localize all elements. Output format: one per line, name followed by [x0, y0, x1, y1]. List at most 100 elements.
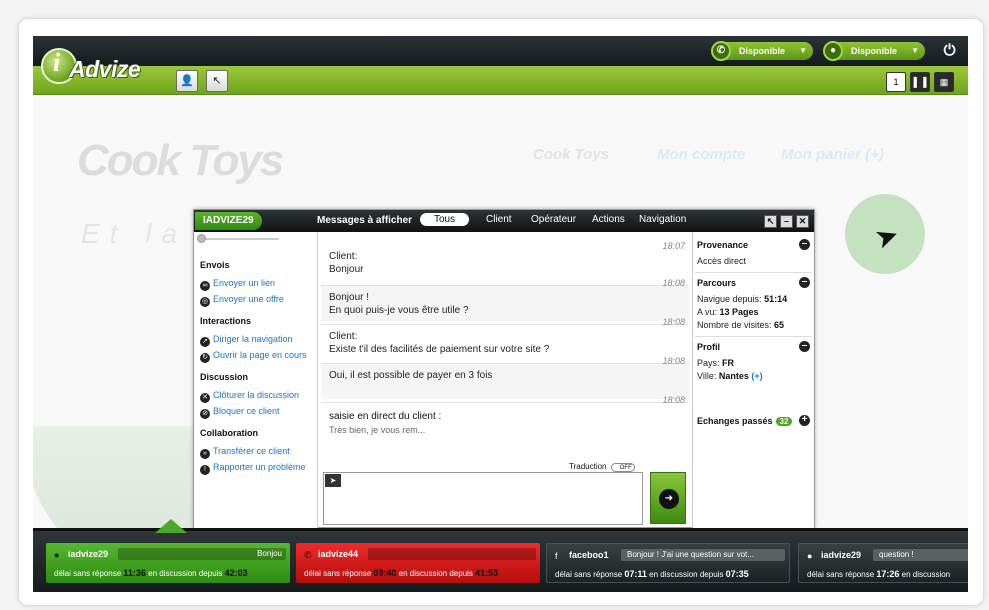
block-client-action[interactable]: ⊘ Bloquer ce client: [200, 406, 280, 419]
user-button[interactable]: 👤: [176, 70, 198, 92]
forward-icon: »: [200, 449, 210, 459]
typing-label: saisie en direct du client :: [329, 411, 442, 422]
conversation-last-message: question !: [873, 549, 968, 561]
conversation-card[interactable]: ● iadvize29 Bonjou délai sans réponse 11…: [46, 543, 290, 583]
collapse-icon[interactable]: –: [799, 277, 810, 288]
collapse-icon[interactable]: –: [799, 341, 810, 352]
message-time: 18:08: [662, 356, 685, 366]
logo-text: Advize: [69, 56, 141, 82]
close-icon[interactable]: ✕: [796, 215, 809, 228]
slider-knob[interactable]: [197, 234, 206, 243]
translation-toggle[interactable]: Traduction OFF: [569, 462, 635, 472]
tab-operator[interactable]: Opérateur: [531, 214, 576, 225]
open-current-page-action[interactable]: ↻ Ouvrir la page en cours: [200, 350, 307, 363]
section-title-envois: Envois: [200, 260, 230, 270]
transfer-client-action[interactable]: » Transférer ce client: [200, 446, 290, 459]
top-bar: ✆ Disponible ▼ ● Disponible ▼ ⏻: [33, 36, 968, 66]
target-icon: ◎: [200, 297, 210, 307]
conversation-name: iadvize44: [318, 549, 359, 559]
chat-status-dropdown[interactable]: ● Disponible ▼: [823, 41, 925, 61]
conversation-card[interactable]: f faceboo1 Bonjour ! J'ai une question s…: [546, 543, 790, 583]
wait-time: 07:11: [624, 569, 647, 579]
send-offer-action[interactable]: ◎ Envoyer une offre: [200, 294, 284, 307]
layout-grid-button[interactable]: ▦: [934, 72, 954, 92]
message-time: 18:08: [662, 278, 685, 288]
wait-label: délai sans réponse: [807, 570, 875, 579]
layout-single-button[interactable]: 1: [886, 72, 906, 92]
close-discussion-action[interactable]: ✕ Clôturer la discussion: [200, 390, 299, 403]
conversation-tray: ● iadvize29 Bonjou délai sans réponse 11…: [33, 519, 968, 592]
conversation-card[interactable]: ● iadvize29 question ! délai sans répons…: [798, 543, 968, 583]
wait-label: délai sans réponse: [54, 569, 122, 578]
site-logo: Cook Toys: [77, 136, 284, 185]
past-exchanges[interactable]: Echanges passés 32: [697, 416, 793, 426]
message-text: Bonjour: [329, 264, 364, 275]
wait-time: 09:40: [373, 568, 397, 578]
report-problem-label: Rapporter un problème: [213, 462, 306, 472]
visitor-info-panel: Provenance – Accès direct Parcours – Nav…: [692, 232, 814, 528]
chat-bubble-icon: ●: [823, 41, 843, 61]
refresh-icon: ↻: [200, 353, 210, 363]
message-client: 18:07 Client: Bonjour: [321, 241, 689, 285]
chat-window: IADVIZE29 Messages à afficher Tous Clien…: [193, 209, 815, 528]
chat-status-label: Disponible: [851, 46, 898, 56]
phone-status-label: Disponible: [739, 46, 786, 56]
iadvize-logo: i Advize: [39, 44, 143, 94]
minimize-icon[interactable]: –: [780, 215, 793, 228]
tab-all[interactable]: Tous: [420, 213, 470, 226]
direct-navigation-action[interactable]: ➚ Diriger la navigation: [200, 334, 293, 347]
conversation-timers: délai sans réponse 17:26 en discussion: [807, 569, 950, 579]
pages-seen: A vu: 13 Pages: [697, 307, 759, 317]
messages-filter-title: Messages à afficher: [317, 215, 413, 226]
city-label: Ville:: [697, 371, 717, 381]
conversation-name: iadvize29: [821, 550, 862, 560]
expand-icon[interactable]: +: [799, 415, 810, 426]
country-label: Pays:: [697, 358, 720, 368]
conversation-name: faceboo1: [569, 550, 609, 560]
message-text: Existe t'il des facilités de paiement su…: [329, 344, 550, 355]
site-tagline: Et la: [81, 218, 188, 249]
actions-panel: Envois ∞ Envoyer un lien ◎ Envoyer une off…: [194, 232, 318, 528]
section-title-discussion: Discussion: [200, 372, 249, 382]
direct-navigation-label: Diriger la navigation: [213, 334, 293, 344]
tab-actions[interactable]: Actions: [592, 214, 625, 225]
message-operator: 18:08 Oui, il est possible de payer en 3…: [321, 356, 689, 399]
translation-switch[interactable]: OFF: [610, 463, 635, 472]
pages-seen-value: 13 Pages: [719, 307, 759, 317]
chat-header: IADVIZE29 Messages à afficher Tous Clien…: [194, 210, 814, 232]
pages-seen-label: A vu:: [697, 307, 718, 317]
typing-text: Très bien, je vous rem...: [329, 425, 426, 435]
send-link-action[interactable]: ∞ Envoyer un lien: [200, 278, 275, 291]
iadvize-console: ✆ Disponible ▼ ● Disponible ▼ ⏻ i Advize…: [33, 36, 968, 592]
tab-navigation[interactable]: Navigation: [639, 214, 686, 225]
compass-icon: ➚: [200, 337, 210, 347]
message-sender: Client:: [329, 251, 358, 262]
logo-i: i: [53, 48, 61, 77]
layout-split-button[interactable]: ▌▐: [910, 72, 930, 92]
detach-icon[interactable]: ↖: [764, 215, 777, 228]
since-time: 42:03: [224, 568, 248, 578]
message-time: 18:08: [662, 395, 685, 405]
city-more-link[interactable]: (+): [751, 371, 762, 381]
since-label: en discussion depuis: [398, 569, 473, 578]
link-icon: ∞: [200, 281, 210, 291]
block-client-label: Bloquer ce client: [213, 406, 280, 416]
cobrowse-button[interactable]: ↖: [206, 70, 228, 92]
message-text: Bonjour !: [329, 292, 370, 303]
close-circle-icon: ✕: [200, 393, 210, 403]
city: Ville: Nantes (+): [697, 371, 763, 381]
cursor-click-icon: ↖: [212, 75, 222, 87]
site-nav-cart: Mon panier (+): [781, 146, 884, 163]
send-button[interactable]: ➜: [650, 472, 686, 524]
collapse-icon[interactable]: –: [799, 239, 810, 250]
section-title-collaboration: Collaboration: [200, 428, 258, 438]
message-input[interactable]: [323, 472, 643, 525]
tab-client[interactable]: Client: [486, 214, 512, 225]
phone-status-dropdown[interactable]: ✆ Disponible ▼: [711, 41, 813, 61]
report-problem-action[interactable]: ! Rapporter un problème: [200, 462, 306, 475]
quick-reply-icon[interactable]: ➤: [325, 474, 341, 487]
conversation-card[interactable]: ✆ iadvize44 délai sans réponse 09:40 en …: [296, 543, 540, 583]
zoom-slider[interactable]: [197, 234, 279, 243]
wait-label: délai sans réponse: [555, 570, 623, 579]
power-icon[interactable]: ⏻: [941, 42, 958, 59]
